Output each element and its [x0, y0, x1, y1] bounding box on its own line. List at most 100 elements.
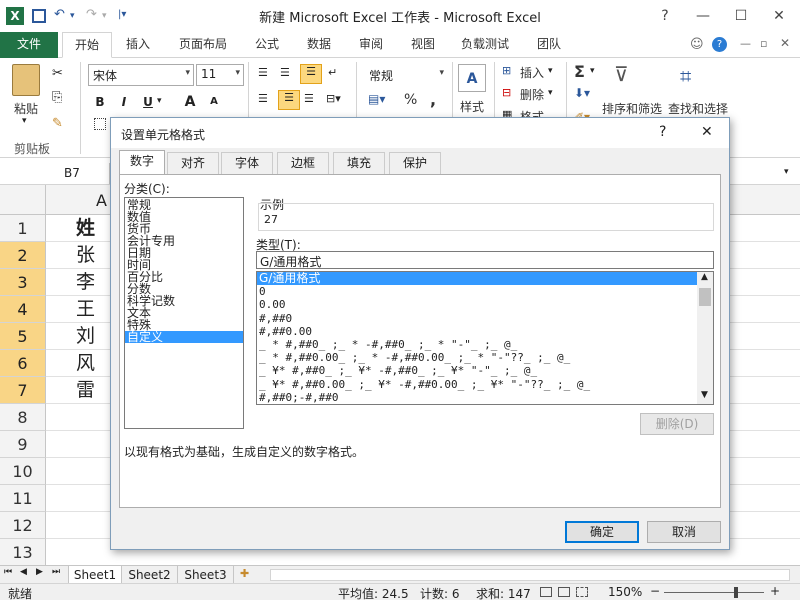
- tab-file[interactable]: 文件: [0, 32, 58, 58]
- row-header[interactable]: 11: [0, 485, 46, 512]
- align-bottom-icon[interactable]: ☰: [300, 64, 322, 84]
- format-code-item[interactable]: _ ¥* #,##0.00_ ;_ ¥* -#,##0.00_ ;_ ¥* "-…: [257, 378, 697, 391]
- align-center-icon[interactable]: ☰: [278, 90, 300, 110]
- row-header[interactable]: 5: [0, 323, 46, 350]
- dialog-tab-alignment[interactable]: 对齐: [167, 152, 219, 174]
- redo-dropdown-icon[interactable]: ▾: [102, 11, 107, 21]
- font-name-combo[interactable]: 宋体 ▾: [88, 64, 194, 86]
- chevron-down-icon[interactable]: ▾: [548, 66, 553, 76]
- undo-dropdown-icon[interactable]: ▾: [70, 11, 75, 21]
- vertical-scrollbar[interactable]: ▲ ▼: [697, 272, 713, 404]
- tab-review[interactable]: 审阅: [348, 32, 394, 58]
- paste-dropdown-icon[interactable]: ▾: [22, 116, 27, 126]
- smiley-icon[interactable]: ☺: [690, 37, 704, 52]
- format-code-item[interactable]: #,##0.00: [257, 325, 697, 338]
- row-header[interactable]: 6: [0, 350, 46, 377]
- help-circle-icon[interactable]: ?: [712, 37, 727, 52]
- zoom-slider[interactable]: [664, 592, 764, 593]
- chevron-down-icon[interactable]: ▾: [590, 66, 595, 76]
- comma-button[interactable]: ,: [430, 90, 436, 109]
- underline-dropdown-icon[interactable]: ▾: [157, 96, 162, 106]
- page-break-view-icon[interactable]: [576, 587, 588, 597]
- font-size-combo[interactable]: 11 ▾: [196, 64, 244, 86]
- chevron-down-icon[interactable]: ▾: [548, 88, 553, 98]
- ok-button[interactable]: 确定: [565, 521, 639, 543]
- last-sheet-icon[interactable]: ⏭: [52, 567, 60, 577]
- row-header[interactable]: 4: [0, 296, 46, 323]
- format-code-item[interactable]: _ * #,##0.00_ ;_ * -#,##0.00_ ;_ * "-"??…: [257, 351, 697, 364]
- number-format-combo[interactable]: 常规 ▾: [364, 64, 448, 86]
- next-sheet-icon[interactable]: ▶: [36, 567, 43, 577]
- format-code-item[interactable]: #,##0: [257, 312, 697, 325]
- styles-button[interactable]: 样式: [460, 98, 484, 115]
- sheet-tab-sheet1[interactable]: Sheet1: [68, 566, 122, 584]
- align-top-icon[interactable]: ☰: [258, 66, 268, 79]
- italic-button[interactable]: I: [114, 92, 134, 112]
- format-code-list[interactable]: G/通用格式 0 0.00 #,##0 #,##0.00 _ * #,##0_ ;_ * …: [256, 271, 714, 405]
- zoom-level[interactable]: 150%: [608, 585, 642, 599]
- autosum-button[interactable]: Σ: [574, 62, 585, 81]
- tab-formulas[interactable]: 公式: [244, 32, 290, 58]
- select-all-corner[interactable]: [0, 185, 46, 215]
- tab-home[interactable]: 开始: [62, 32, 112, 58]
- minimize-button[interactable]: —: [686, 4, 720, 28]
- insert-cells-button[interactable]: 插入: [520, 64, 544, 81]
- currency-icon[interactable]: ▤▾: [368, 92, 385, 106]
- tab-load-test[interactable]: 负载测试: [452, 32, 518, 58]
- tab-insert[interactable]: 插入: [114, 32, 162, 58]
- prev-sheet-icon[interactable]: ◀: [20, 567, 27, 577]
- ribbon-minimize-icon[interactable]: —: [740, 37, 751, 50]
- dialog-tab-font[interactable]: 字体: [221, 152, 273, 174]
- align-right-icon[interactable]: ☰: [304, 92, 314, 105]
- dialog-close-button[interactable]: ✕: [701, 124, 713, 140]
- format-code-item[interactable]: #,##0;[红色]-#,##0: [257, 404, 697, 405]
- help-button[interactable]: ?: [648, 4, 682, 28]
- align-left-icon[interactable]: ☰: [258, 92, 268, 105]
- paste-button[interactable]: 粘贴: [14, 100, 38, 117]
- scroll-up-icon[interactable]: ▲: [701, 272, 708, 282]
- merge-center-icon[interactable]: ⊟▾: [326, 92, 341, 105]
- dialog-tab-border[interactable]: 边框: [277, 152, 329, 174]
- ribbon-restore-icon[interactable]: ▫: [760, 37, 767, 50]
- delete-format-button[interactable]: 删除(D): [640, 413, 714, 435]
- delete-cells-icon[interactable]: ⊟: [502, 86, 511, 99]
- new-sheet-icon[interactable]: ✚: [240, 567, 249, 580]
- cancel-button[interactable]: 取消: [647, 521, 721, 543]
- row-header[interactable]: 2: [0, 242, 46, 269]
- row-header[interactable]: 13: [0, 539, 46, 566]
- zoom-in-icon[interactable]: +: [770, 584, 780, 598]
- scroll-thumb[interactable]: [699, 288, 711, 306]
- wrap-text-icon[interactable]: ↵: [328, 66, 337, 79]
- redo-icon[interactable]: ↷: [86, 7, 97, 22]
- bold-button[interactable]: B: [90, 92, 110, 112]
- sort-filter-icon[interactable]: ⊽: [614, 62, 629, 86]
- tab-page-layout[interactable]: 页面布局: [168, 32, 238, 58]
- category-list[interactable]: 常规 数值 货币 会计专用 日期 时间 百分比 分数 科学记数 文本 特殊 自定义: [124, 197, 244, 429]
- dialog-tab-fill[interactable]: 填充: [333, 152, 385, 174]
- dialog-tab-protection[interactable]: 保护: [389, 152, 441, 174]
- format-code-item[interactable]: G/通用格式: [257, 272, 697, 286]
- format-painter-icon[interactable]: ✎: [52, 116, 63, 131]
- sheet-tab-sheet3[interactable]: Sheet3: [178, 566, 234, 584]
- binoculars-icon[interactable]: ⌗: [680, 64, 691, 88]
- page-layout-view-icon[interactable]: [558, 587, 570, 597]
- format-code-item[interactable]: 0: [257, 285, 697, 298]
- shrink-font-button[interactable]: A: [204, 92, 224, 112]
- sort-filter-button[interactable]: 排序和筛选: [602, 100, 662, 117]
- row-header[interactable]: 3: [0, 269, 46, 296]
- row-header[interactable]: 1: [0, 215, 46, 242]
- row-header[interactable]: 12: [0, 512, 46, 539]
- name-box[interactable]: B7: [0, 163, 110, 184]
- percent-button[interactable]: %: [404, 92, 417, 108]
- tab-team[interactable]: 团队: [524, 32, 574, 58]
- category-item[interactable]: 自定义: [125, 331, 243, 343]
- dialog-tab-number[interactable]: 数字: [119, 150, 165, 175]
- align-middle-icon[interactable]: ☰: [280, 66, 290, 79]
- sheet-tab-sheet2[interactable]: Sheet2: [122, 566, 178, 584]
- copy-icon[interactable]: ⎘: [52, 90, 62, 105]
- normal-view-icon[interactable]: [540, 587, 552, 597]
- first-sheet-icon[interactable]: ⏮: [4, 567, 12, 577]
- row-header[interactable]: 8: [0, 404, 46, 431]
- find-select-button[interactable]: 查找和选择: [668, 100, 728, 117]
- format-code-item[interactable]: _ ¥* #,##0_ ;_ ¥* -#,##0_ ;_ ¥* "-"_ ;_ …: [257, 364, 697, 377]
